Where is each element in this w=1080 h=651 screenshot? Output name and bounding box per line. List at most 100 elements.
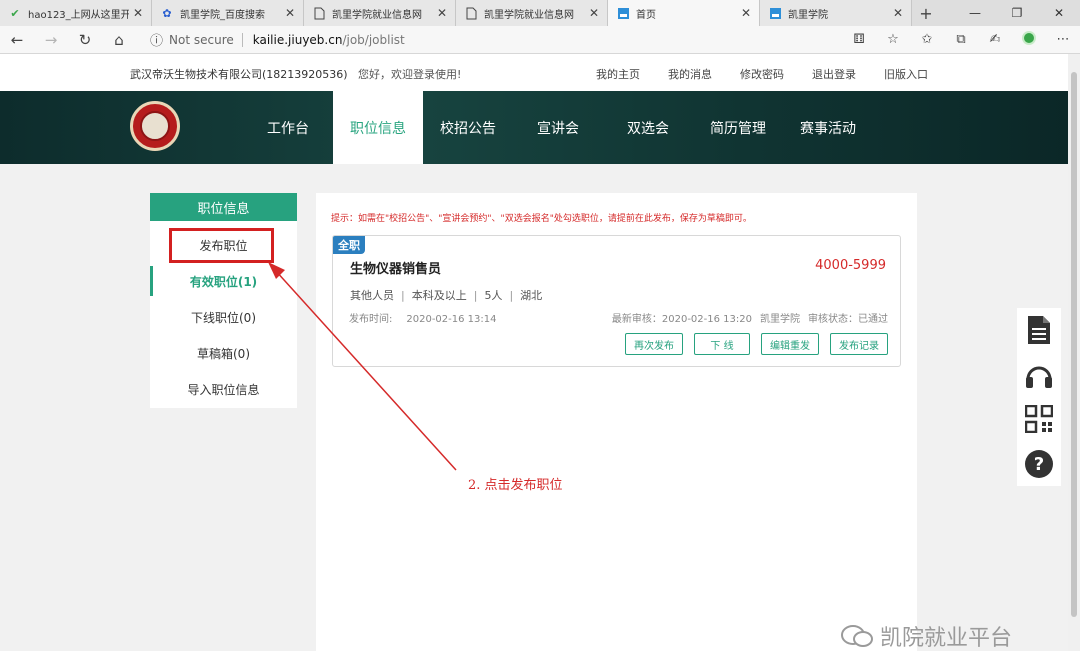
nav-campus-notice[interactable]: 校招公告 [423, 91, 513, 164]
review-status: 审核状态：已通过 [808, 314, 888, 325]
site-top-bar: 武汉帝沃生物技术有限公司(18213920536) 您好，欢迎登录使用! 我的主… [0, 54, 1080, 91]
divider: | [401, 289, 405, 302]
nav-job-info[interactable]: 职位信息 [333, 91, 423, 164]
security-label: Not secure [169, 32, 234, 47]
maximize-button[interactable]: ❐ [996, 0, 1038, 26]
scrollbar-thumb[interactable] [1071, 72, 1077, 617]
profile-icon[interactable]: ✍ [978, 32, 1012, 47]
top-links: 我的主页 我的消息 修改密码 退出登录 旧版入口 [596, 66, 956, 82]
reader-view-icon[interactable]: ⚅ [842, 32, 876, 47]
site-icon [768, 6, 782, 20]
review-school: 凯里学院 [760, 314, 800, 325]
browser-tab-hao123[interactable]: ✔ hao123_上网从这里开始 ✕ [0, 0, 152, 26]
job-card[interactable]: 全职 生物仪器销售员 4000-5999 其他人员 | 本科及以上 | 5人 | 湖北 发布… [332, 235, 901, 367]
collections-icon[interactable]: ⧉ [944, 32, 978, 47]
address-bar-actions: ⚅ ☆ ✩ ⧉ ✍ ⋯ [842, 30, 1080, 49]
browser-tab-baidu[interactable]: ✿ 凯里学院_百度搜索 ✕ [152, 0, 304, 26]
job-education: 本科及以上 [411, 289, 467, 302]
link-change-password[interactable]: 修改密码 [740, 66, 784, 82]
link-logout[interactable]: 退出登录 [812, 66, 856, 82]
watermark: 凯院就业平台 [840, 620, 1012, 651]
edit-republish-button[interactable]: 编辑重发 [761, 333, 819, 355]
school-logo[interactable] [130, 101, 180, 151]
main-nav: 工作台 职位信息 校招公告 宣讲会 双选会 简历管理 赛事活动 [243, 91, 873, 164]
document-icon[interactable] [1024, 315, 1054, 345]
tab-label: 首页 [636, 9, 656, 21]
company-name: 武汉帝沃生物技术有限公司(18213920536) [130, 68, 348, 81]
offline-button[interactable]: 下 线 [694, 333, 750, 355]
more-menu-icon[interactable]: ⋯ [1046, 32, 1080, 47]
info-icon[interactable]: ⓘ [150, 30, 163, 49]
highlight-box [169, 228, 274, 263]
tab-label: 凯里学院 [788, 9, 828, 21]
republish-button[interactable]: 再次发布 [625, 333, 683, 355]
divider [241, 32, 243, 47]
logo-emblem [140, 111, 170, 141]
favorite-star-icon[interactable]: ☆ [876, 32, 910, 47]
divider: | [509, 289, 514, 302]
wechat-icon [841, 625, 873, 647]
document-icon [464, 6, 478, 20]
link-old-version[interactable]: 旧版入口 [884, 66, 928, 82]
menu-drafts[interactable]: 草稿箱(0) [150, 335, 297, 371]
publish-time: 发布时间: 2020-02-16 13:14 [349, 310, 497, 325]
extension-icon[interactable] [1012, 30, 1046, 49]
tab-label: 凯里学院_百度搜索 [180, 9, 265, 21]
svg-text:?: ? [1034, 454, 1044, 475]
url-host: kailie.jiuyeb.cn [252, 32, 343, 47]
publish-label: 发布时间: [349, 314, 393, 325]
nav-workbench[interactable]: 工作台 [243, 91, 333, 164]
tab-label: 凯里学院就业信息网 [332, 9, 422, 21]
minimize-button[interactable]: — [954, 0, 996, 26]
browser-tab-jobsite-1[interactable]: 凯里学院就业信息网 ✕ [304, 0, 456, 26]
close-icon[interactable]: ✕ [741, 6, 751, 20]
review-time: 最新审核：2020-02-16 13:20 [611, 314, 752, 325]
job-category: 其他人员 [350, 289, 394, 302]
job-list-panel: 提示：如需在"校招公告"、"宣讲会预约"、"双选会报名"处勾选职位，请提前在此发… [316, 193, 917, 651]
help-icon[interactable]: ? [1024, 449, 1054, 479]
close-icon[interactable]: ✕ [285, 6, 295, 20]
nav-resume-management[interactable]: 简历管理 [693, 91, 783, 164]
link-my-home[interactable]: 我的主页 [596, 66, 640, 82]
annotation-text: 2. 点击发布职位 [468, 478, 563, 493]
headset-icon[interactable] [1024, 360, 1054, 390]
close-icon[interactable]: ✕ [893, 6, 903, 20]
link-my-messages[interactable]: 我的消息 [668, 66, 712, 82]
watermark-text: 凯院就业平台 [880, 626, 1013, 651]
browser-tab-home[interactable]: 首页 ✕ [608, 0, 760, 26]
tab-label: 凯里学院就业信息网 [484, 9, 574, 21]
menu-active-jobs[interactable]: 有效职位(1) [150, 263, 297, 299]
site-icon [616, 6, 630, 20]
leaf-icon: ✔ [10, 6, 20, 20]
close-icon[interactable]: ✕ [437, 6, 447, 20]
publish-history-button[interactable]: 发布记录 [830, 333, 888, 355]
favorites-icon[interactable]: ✩ [910, 32, 944, 47]
new-tab-button[interactable]: + [912, 0, 940, 26]
close-icon[interactable]: ✕ [133, 6, 143, 20]
job-headcount: 5人 [484, 289, 503, 302]
menu-offline-jobs[interactable]: 下线职位(0) [150, 299, 297, 335]
nav-events[interactable]: 赛事活动 [783, 91, 873, 164]
browser-tab-kaili[interactable]: 凯里学院 ✕ [760, 0, 912, 26]
window-controls: — ❐ ✕ [954, 0, 1080, 26]
url-path: /job/joblist [342, 32, 405, 47]
close-icon[interactable]: ✕ [589, 6, 599, 20]
menu-import-jobs[interactable]: 导入职位信息 [150, 371, 297, 407]
job-salary: 4000-5999 [815, 258, 886, 273]
job-title[interactable]: 生物仪器销售员 [350, 258, 441, 277]
site-header: 工作台 职位信息 校招公告 宣讲会 双选会 简历管理 赛事活动 [0, 91, 1068, 164]
refresh-icon[interactable]: ↻ [68, 31, 102, 49]
forward-arrow-icon[interactable]: → [34, 31, 68, 49]
job-actions: 再次发布 下 线 编辑重发 发布记录 [625, 333, 888, 355]
job-meta: 其他人员 | 本科及以上 | 5人 | 湖北 [350, 287, 542, 303]
address-bar: ← → ↻ ⌂ ⓘ Not secure kailie.jiuyeb.cn/jo… [0, 26, 1080, 54]
nav-presentation[interactable]: 宣讲会 [513, 91, 603, 164]
url-field[interactable]: ⓘ Not secure kailie.jiuyeb.cn/job/joblis… [150, 30, 842, 49]
home-icon[interactable]: ⌂ [102, 31, 136, 49]
close-window-button[interactable]: ✕ [1038, 0, 1080, 26]
nav-job-fair[interactable]: 双选会 [603, 91, 693, 164]
browser-tab-jobsite-2[interactable]: 凯里学院就业信息网 ✕ [456, 0, 608, 26]
back-arrow-icon[interactable]: ← [0, 31, 34, 49]
qrcode-icon[interactable] [1024, 404, 1054, 434]
page-scrollbar[interactable] [1068, 54, 1080, 651]
